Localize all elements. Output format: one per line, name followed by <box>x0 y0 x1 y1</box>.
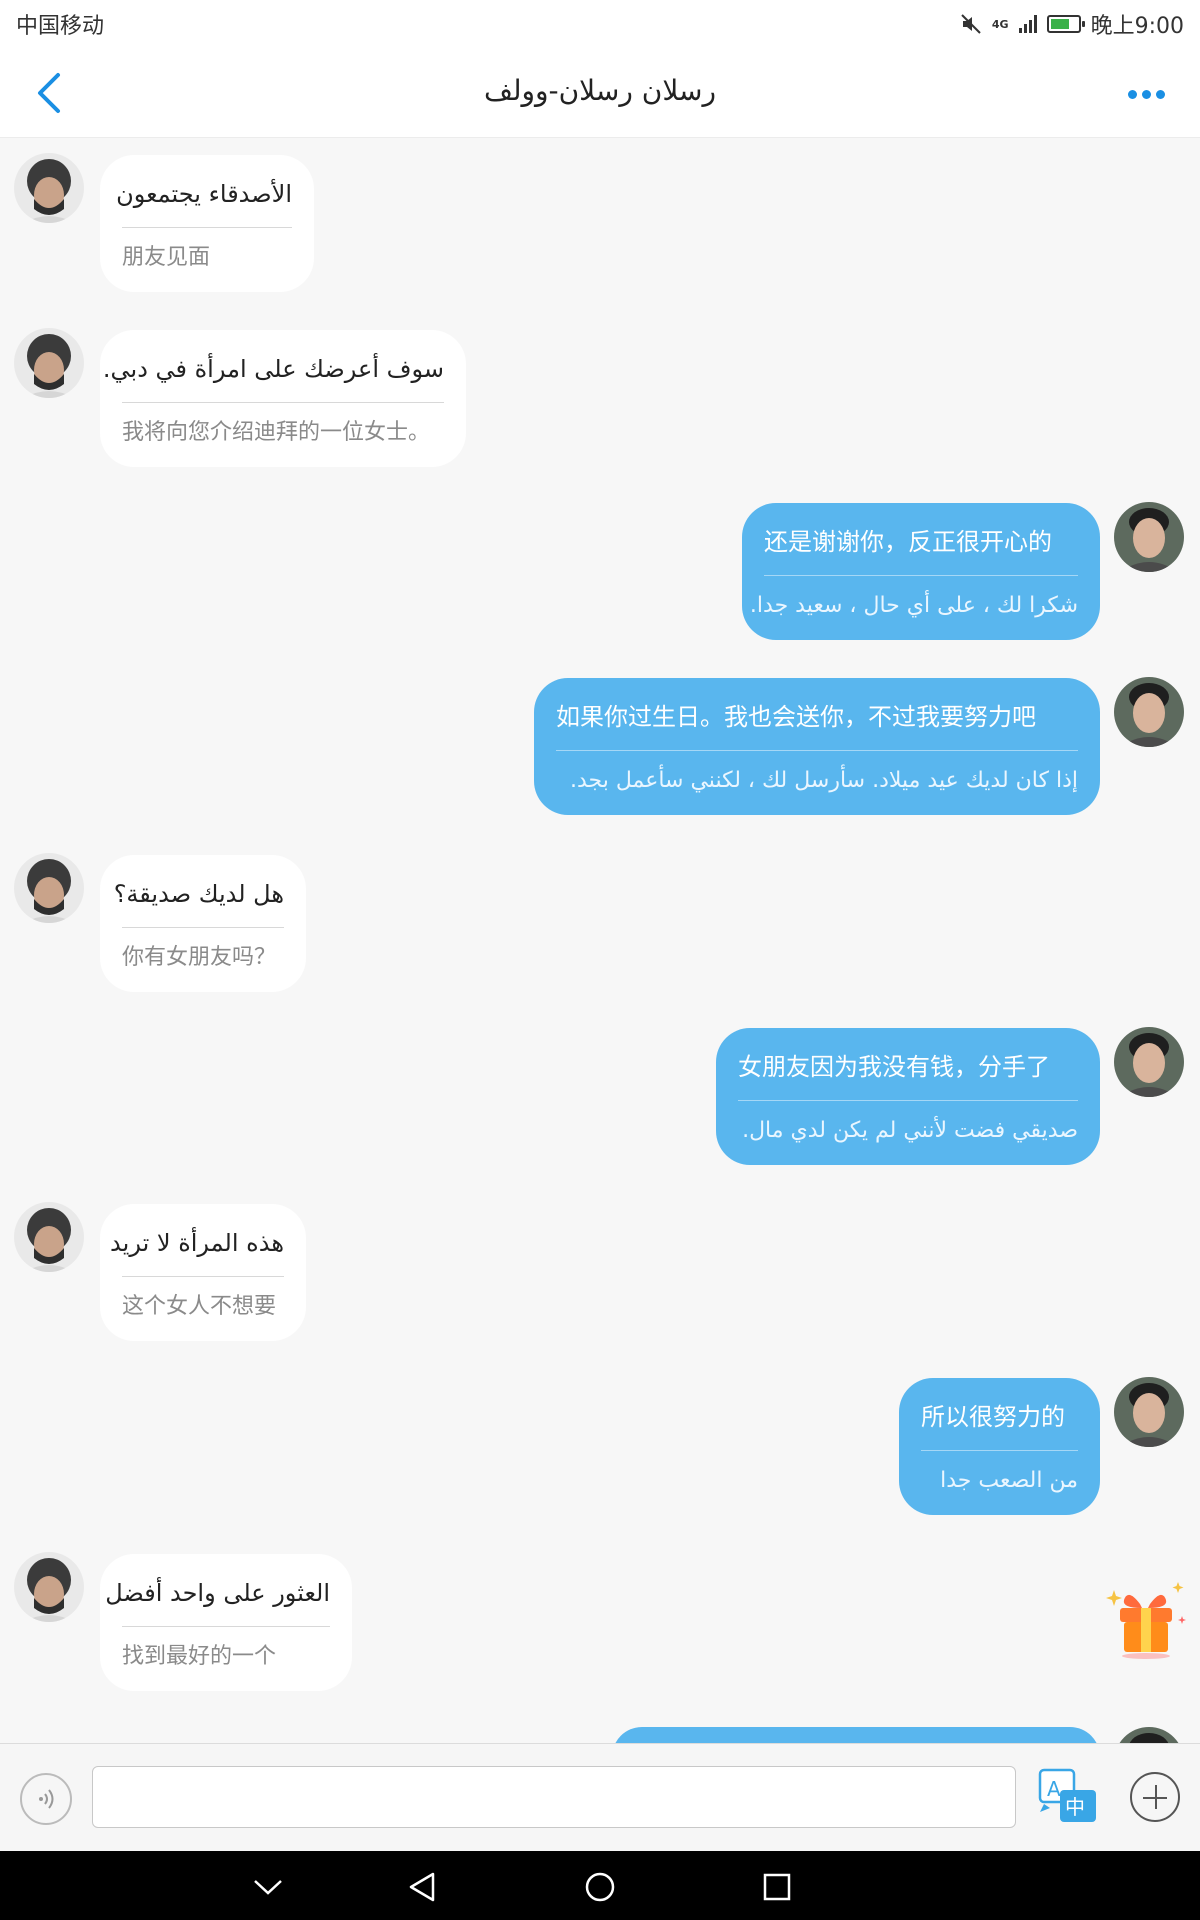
bubble-divider <box>122 927 284 928</box>
message-bubble-incoming[interactable]: سوف أعرضك على امرأة في دبي. 我将向您介绍迪拜的一位女… <box>100 330 466 467</box>
add-attachment-button[interactable] <box>1130 1772 1180 1822</box>
circle-home-icon <box>585 1872 615 1902</box>
clock-label: 晚上9:00 <box>1090 14 1184 39</box>
message-input-bar: A 中 <box>0 1743 1200 1851</box>
user-avatar[interactable] <box>1114 1377 1184 1447</box>
user-avatar[interactable] <box>1114 1727 1184 1743</box>
chevron-down-icon <box>254 1880 282 1895</box>
message-input[interactable] <box>92 1766 1016 1828</box>
system-navigation-bar <box>0 1851 1200 1920</box>
message-translation-text: 你有女朋友吗？ <box>122 945 277 970</box>
bubble-divider <box>921 1450 1078 1451</box>
message-bubble-incoming[interactable]: العثور على واحد أفضل 找到最好的一个 <box>100 1554 352 1691</box>
bubble-divider <box>122 402 444 403</box>
message-translation-text: إذا كان لديك عيد ميلاد. سأرسل لك ، لكنني… <box>569 768 1078 793</box>
message-translation-text: شكرا لك ، على أي حال ، سعيد جدا. <box>749 593 1078 618</box>
chat-header: رسلان رسلان-وولف <box>0 48 1200 138</box>
message-original-text: الأصدقاء يجتمعون <box>116 180 292 208</box>
chat-messages[interactable]: الأصدقاء يجتمعون 朋友见面 سوف أعرضك على امرأ… <box>0 139 1200 1743</box>
gift-button[interactable] <box>1106 1580 1188 1660</box>
contact-avatar[interactable] <box>14 153 84 223</box>
message-original-text: 还是谢谢你，反正很开心的 <box>764 528 1052 556</box>
contact-avatar[interactable] <box>14 853 84 923</box>
square-recents-icon <box>763 1873 791 1901</box>
message-original-text: العثور على واحد أفضل <box>105 1579 330 1607</box>
signal-icon <box>1018 15 1037 33</box>
svg-text:中: 中 <box>1065 1795 1085 1819</box>
message-original-text: 所以很努力的 <box>921 1403 1065 1431</box>
user-avatar[interactable] <box>1114 502 1184 572</box>
translate-button[interactable]: A 中 <box>1036 1764 1102 1830</box>
message-original-text: هذه المرأة لا تريد <box>110 1229 284 1257</box>
message-translation-text: 我将向您介绍迪拜的一位女士。 <box>122 420 431 445</box>
contact-avatar[interactable] <box>14 1202 84 1272</box>
message-original-text: سوف أعرضك على امرأة في دبي. <box>102 355 444 383</box>
nav-recents-button[interactable] <box>755 1865 799 1909</box>
bubble-divider <box>122 1626 330 1627</box>
message-translation-text: من الصعب جدا <box>940 1468 1078 1493</box>
message-bubble-incoming[interactable]: هل لديك صديقة؟ 你有女朋友吗？ <box>100 855 306 992</box>
bubble-divider <box>122 1276 284 1277</box>
message-bubble-incoming[interactable]: الأصدقاء يجتمعون 朋友见面 <box>100 155 314 292</box>
mute-icon <box>961 14 981 34</box>
contact-avatar[interactable] <box>14 1552 84 1622</box>
status-icons: 4G 晚上9:00 <box>960 8 1184 40</box>
triangle-back-icon <box>409 1872 435 1902</box>
voice-input-button[interactable] <box>20 1773 72 1825</box>
more-dots-icon <box>1127 89 1137 99</box>
bubble-divider <box>764 575 1078 576</box>
page-title: رسلان رسلان-وولف <box>483 74 717 107</box>
message-translation-text: 找到最好的一个 <box>122 1644 277 1669</box>
gift-icon <box>1106 1582 1186 1659</box>
more-options-button[interactable] <box>1116 72 1176 116</box>
translate-icon: A 中 <box>1038 1768 1096 1822</box>
user-avatar[interactable] <box>1114 677 1184 747</box>
message-bubble-outgoing[interactable]: 还是谢谢你，反正很开心的 شكرا لك ، على أي حال ، سعيد… <box>742 503 1100 640</box>
message-translation-text: 这个女人不想要 <box>122 1294 277 1319</box>
bubble-divider <box>556 750 1078 751</box>
message-bubble-incoming[interactable]: هذه المرأة لا تريد 这个女人不想要 <box>100 1204 306 1341</box>
message-bubble-outgoing[interactable]: 所以很努力的 من الصعب جدا <box>899 1378 1100 1515</box>
message-original-text: 如果你过生日。我也会送你，不过我要努力吧 <box>556 703 1036 731</box>
message-original-text: 女朋友因为我没有钱，分手了 <box>738 1053 1050 1081</box>
svg-text:A: A <box>1047 1777 1061 1801</box>
carrier-label: 中国移动 <box>16 14 105 39</box>
bubble-divider <box>122 227 292 228</box>
nav-hide-button[interactable] <box>246 1865 290 1909</box>
status-bar: 中国移动 4G 晚上9:00 <box>0 0 1200 48</box>
nav-home-button[interactable] <box>578 1865 622 1909</box>
message-bubble-outgoing[interactable]: 女朋友因为我没有钱，分手了 صديقي فضت لأنني لم يكن لدي… <box>716 1028 1100 1165</box>
message-translation-text: صديقي فضت لأنني لم يكن لدي مال. <box>742 1118 1078 1143</box>
message-bubble-outgoing[interactable]: 如果你过生日。我也会送你，不过我要努力吧 إذا كان لديك عيد مي… <box>534 678 1100 815</box>
network-type-label: 4G <box>991 17 1009 31</box>
bubble-divider <box>738 1100 1078 1101</box>
user-avatar[interactable] <box>1114 1027 1184 1097</box>
message-bubble-outgoing-partial[interactable] <box>612 1727 1100 1743</box>
message-translation-text: 朋友见面 <box>122 245 211 270</box>
nav-back-button[interactable] <box>400 1865 444 1909</box>
contact-avatar[interactable] <box>14 328 84 398</box>
message-original-text: هل لديك صديقة؟ <box>113 880 284 908</box>
sound-wave-icon <box>39 1789 54 1809</box>
battery-icon <box>1046 15 1085 33</box>
